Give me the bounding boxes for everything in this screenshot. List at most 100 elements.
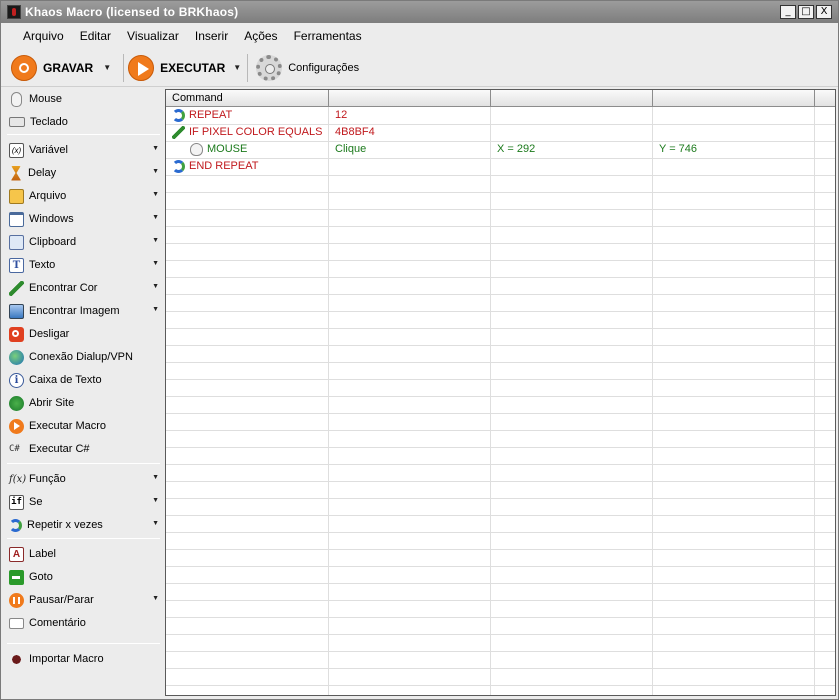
- column-header-4[interactable]: [653, 90, 815, 107]
- sidebar-item-repetir-x-vezes[interactable]: Repetir x vezes ▼: [9, 515, 161, 535]
- sidebar-item-funcao[interactable]: f(x) Função ▼: [9, 469, 161, 489]
- chevron-down-icon[interactable]: ▼: [152, 260, 159, 267]
- column-header-command[interactable]: Command: [166, 90, 329, 107]
- chevron-down-icon[interactable]: ▼: [152, 474, 159, 481]
- param-cell-2[interactable]: 12: [335, 107, 347, 124]
- sidebar-item-pausar-parar[interactable]: Pausar/Parar ▼: [9, 590, 161, 610]
- sidebar-item-mouse[interactable]: Mouse: [9, 89, 161, 109]
- mouse-icon: [11, 91, 22, 107]
- sidebar-item-goto[interactable]: Goto: [9, 567, 161, 587]
- table-row[interactable]: END REPEAT: [166, 158, 835, 175]
- sidebar-item-label: Abrir Site: [29, 397, 75, 409]
- macro-command-grid[interactable]: Command REPEAT 12 IF PIXEL COLOR EQUALS 4B8…: [165, 89, 836, 696]
- chevron-down-icon[interactable]: ▼: [152, 237, 159, 244]
- sidebar-item-label: Importar Macro: [29, 653, 104, 665]
- maximize-button[interactable]: □: [798, 5, 814, 19]
- column-header-2[interactable]: [329, 90, 491, 107]
- menu-inserir[interactable]: Inserir: [187, 29, 236, 43]
- sidebar-item-comentario[interactable]: Comentário: [9, 613, 161, 633]
- param-cell-2[interactable]: 4B8BF4: [335, 124, 375, 141]
- grid-row-line: [166, 396, 835, 397]
- repeat-icon: [172, 109, 185, 122]
- sidebar-item-abrir-site[interactable]: Abrir Site: [9, 393, 161, 413]
- sidebar-item-caixa-de-texto[interactable]: i Caixa de Texto: [9, 370, 161, 390]
- play-icon: [9, 418, 24, 434]
- sidebar-item-label: Repetir x vezes: [27, 519, 103, 531]
- sidebar-item-label: Executar C#: [29, 443, 90, 455]
- param-cell-4[interactable]: Y = 746: [659, 141, 697, 158]
- sidebar-item-teclado[interactable]: Teclado: [9, 112, 161, 132]
- if-icon: if: [9, 494, 24, 510]
- table-row[interactable]: REPEAT 12: [166, 107, 835, 124]
- sidebar-item-importar-macro[interactable]: Importar Macro: [9, 649, 161, 669]
- sidebar-item-label[interactable]: A Label: [9, 544, 161, 564]
- record-button[interactable]: GRAVAR: [11, 54, 93, 81]
- param-cell-3[interactable]: X = 292: [497, 141, 535, 158]
- sidebar-item-arquivo[interactable]: Arquivo ▼: [9, 186, 161, 206]
- record-dropdown-arrow-icon[interactable]: ▼: [103, 63, 111, 72]
- sidebar-item-desligar[interactable]: Desligar: [9, 324, 161, 344]
- sidebar-item-clipboard[interactable]: Clipboard ▼: [9, 232, 161, 252]
- chevron-down-icon[interactable]: ▼: [152, 497, 159, 504]
- chevron-down-icon[interactable]: ▼: [152, 145, 159, 152]
- mouse-icon: [190, 143, 203, 156]
- menu-acoes[interactable]: Ações: [236, 29, 285, 43]
- browser-icon: [9, 395, 24, 411]
- sidebar-item-se[interactable]: if Se ▼: [9, 492, 161, 512]
- keyboard-icon: [9, 117, 25, 127]
- sidebar-item-encontrar-imagem[interactable]: Encontrar Imagem ▼: [9, 301, 161, 321]
- chevron-down-icon[interactable]: ▼: [152, 191, 159, 198]
- sidebar-separator: [7, 538, 160, 539]
- chevron-down-icon[interactable]: ▼: [152, 520, 159, 527]
- chevron-down-icon[interactable]: ▼: [152, 168, 159, 175]
- grid-row-line: [166, 226, 835, 227]
- sidebar-item-label: Clipboard: [29, 236, 77, 248]
- sidebar-item-texto[interactable]: T Texto ▼: [9, 255, 161, 275]
- sidebar-item-label: Teclado: [30, 116, 68, 128]
- app-window: Khaos Macro (licensed to BRKhaos) _ □ X …: [0, 0, 839, 700]
- sidebar-item-windows[interactable]: Windows ▼: [9, 209, 161, 229]
- menu-arquivo[interactable]: Arquivo: [15, 29, 72, 43]
- chevron-down-icon[interactable]: ▼: [152, 214, 159, 221]
- sidebar-item-delay[interactable]: Delay ▼: [9, 163, 161, 183]
- grid-row-line: [166, 498, 835, 499]
- minimize-button[interactable]: _: [780, 5, 796, 19]
- close-button[interactable]: X: [816, 5, 832, 19]
- sidebar-item-executar-macro[interactable]: Executar Macro: [9, 416, 161, 436]
- grid-row-line: [166, 379, 835, 380]
- command-cell[interactable]: IF PIXEL COLOR EQUALS: [172, 124, 322, 141]
- grid-row-line: [166, 583, 835, 584]
- column-header-3[interactable]: [491, 90, 653, 107]
- sidebar-item-conexao-dialup-vpn[interactable]: Conexão Dialup/VPN: [9, 347, 161, 367]
- chevron-down-icon[interactable]: ▼: [152, 283, 159, 290]
- menu-ferramentas[interactable]: Ferramentas: [286, 29, 370, 43]
- grid-row-line: [166, 464, 835, 465]
- run-button[interactable]: EXECUTAR: [128, 54, 225, 81]
- settings-button[interactable]: Configurações: [252, 54, 359, 81]
- sidebar-item-executar-c[interactable]: C# Executar C#: [9, 439, 161, 459]
- param-cell-2[interactable]: Clique: [335, 141, 366, 158]
- label-icon: A: [9, 546, 24, 562]
- chevron-down-icon[interactable]: ▼: [152, 306, 159, 313]
- bug-icon: [9, 651, 24, 667]
- command-cell[interactable]: REPEAT: [172, 107, 232, 124]
- sidebar-item-label: Comentário: [29, 617, 86, 629]
- variable-icon: (x): [9, 142, 24, 158]
- chevron-down-icon[interactable]: ▼: [152, 595, 159, 602]
- grid-row-line: [166, 192, 835, 193]
- toolbar-separator: [123, 53, 125, 82]
- window-title: Khaos Macro (licensed to BRKhaos): [25, 5, 239, 19]
- command-cell[interactable]: END REPEAT: [172, 158, 258, 175]
- title-bar[interactable]: Khaos Macro (licensed to BRKhaos) _ □ X: [1, 1, 838, 23]
- table-row[interactable]: MOUSE Clique X = 292 Y = 746: [166, 141, 835, 158]
- table-row[interactable]: IF PIXEL COLOR EQUALS 4B8BF4: [166, 124, 835, 141]
- grid-row-line: [166, 311, 835, 312]
- menu-editar[interactable]: Editar: [72, 29, 119, 43]
- grid-row-line: [166, 209, 835, 210]
- sidebar-item-encontrar-cor[interactable]: Encontrar Cor ▼: [9, 278, 161, 298]
- sidebar-item-label: Se: [29, 496, 43, 508]
- run-dropdown-arrow-icon[interactable]: ▼: [233, 63, 241, 72]
- sidebar-item-variavel[interactable]: (x) Variável ▼: [9, 140, 161, 160]
- menu-visualizar[interactable]: Visualizar: [119, 29, 187, 43]
- command-cell[interactable]: MOUSE: [188, 141, 247, 158]
